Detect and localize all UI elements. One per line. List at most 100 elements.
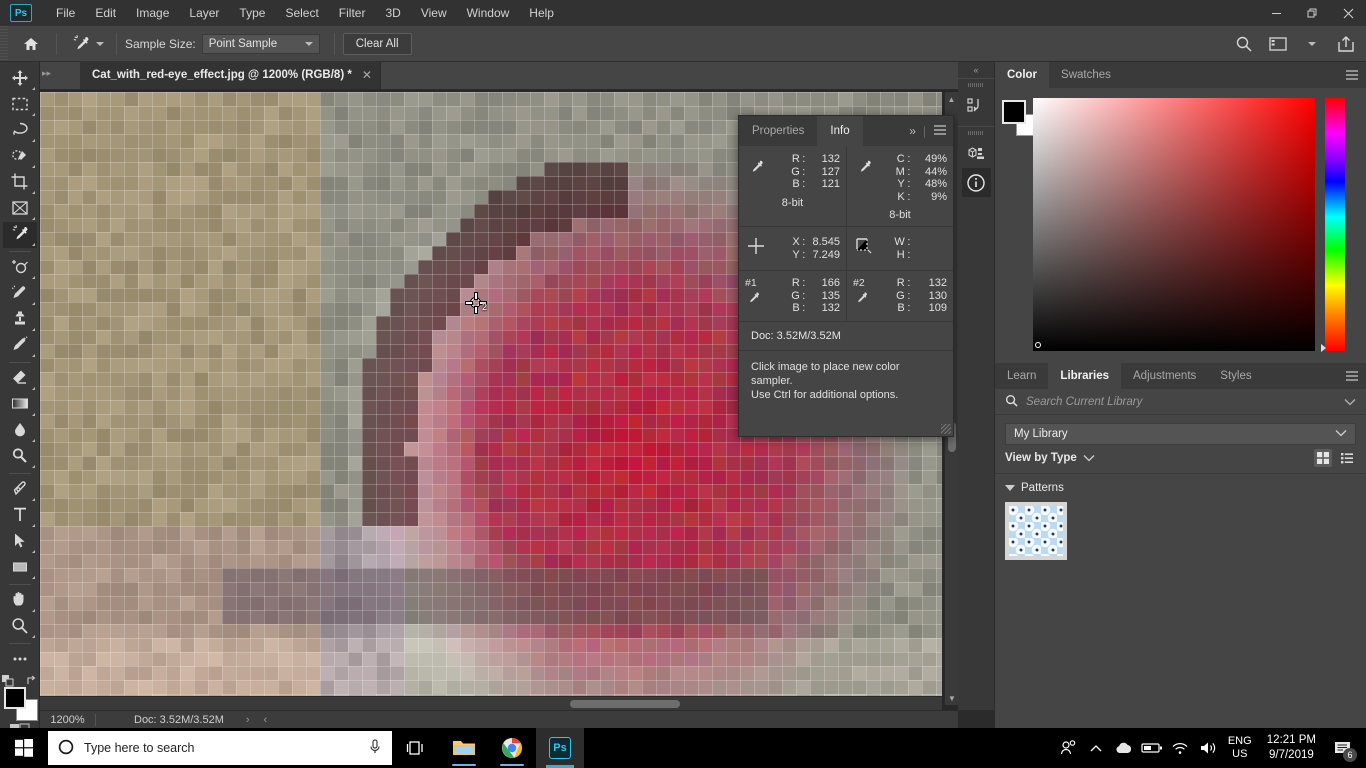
rectangular-marquee-tool[interactable]	[3, 92, 37, 118]
tab-adjustments[interactable]: Adjustments	[1121, 363, 1208, 389]
close-icon[interactable]: ✕	[362, 68, 372, 82]
chevron-down-icon[interactable]	[96, 41, 104, 46]
scroll-down-icon[interactable]: ▼	[945, 691, 959, 705]
menu-item-layer[interactable]: Layer	[179, 2, 229, 24]
library-asset-thumbnail[interactable]	[1005, 502, 1067, 560]
zoom-tool[interactable]	[3, 614, 37, 640]
tab-learn[interactable]: Learn	[995, 363, 1048, 389]
hue-slider[interactable]	[1325, 98, 1345, 351]
menu-item-help[interactable]: Help	[519, 2, 564, 24]
microphone-icon[interactable]	[368, 738, 382, 758]
expand-panels-icon[interactable]: «	[958, 62, 994, 78]
chevron-up-icon[interactable]	[1083, 728, 1109, 768]
path-selection-tool[interactable]	[3, 529, 37, 555]
edit-toolbar[interactable]	[3, 647, 37, 673]
panel-menu-icon[interactable]	[933, 124, 947, 139]
battery-icon[interactable]	[1139, 728, 1165, 768]
onedrive-icon[interactable]	[1111, 728, 1137, 768]
notification-icon[interactable]: 6	[1326, 728, 1360, 768]
object-selection-tool[interactable]	[3, 144, 37, 170]
pen-tool[interactable]	[3, 477, 37, 503]
workspace-icon[interactable]	[1266, 32, 1290, 56]
file-explorer-icon[interactable]	[440, 728, 488, 768]
search-input[interactable]	[1026, 395, 1306, 408]
library-select[interactable]: My Library	[1005, 423, 1356, 445]
menu-item-window[interactable]: Window	[457, 2, 520, 24]
home-icon[interactable]	[14, 31, 48, 57]
foreground-color-swatch[interactable]	[3, 687, 26, 709]
panel-menu-icon[interactable]	[1345, 62, 1359, 88]
current-tool-preset[interactable]	[65, 31, 108, 57]
wifi-icon[interactable]	[1167, 728, 1193, 768]
collapse-panels-icon[interactable]: ▸▸	[42, 68, 51, 79]
close-button[interactable]	[1330, 0, 1366, 26]
frame-tool[interactable]	[3, 196, 37, 222]
tab-swatches[interactable]: Swatches	[1049, 62, 1123, 88]
people-icon[interactable]	[1055, 728, 1081, 768]
tab-info[interactable]: Info	[817, 116, 863, 146]
move-tool[interactable]	[3, 66, 37, 92]
taskbar-clock[interactable]: 12:21 PM 9/7/2019	[1259, 733, 1324, 763]
blur-tool[interactable]	[3, 418, 37, 444]
chevron-down-icon[interactable]	[1083, 451, 1095, 465]
panel-menu-icon[interactable]	[1345, 363, 1359, 389]
spot-healing-brush-tool[interactable]	[3, 255, 37, 281]
language-indicator[interactable]: ENG US	[1223, 735, 1257, 761]
menu-item-view[interactable]: View	[411, 2, 457, 24]
crop-tool[interactable]	[3, 170, 37, 196]
grid-view-icon[interactable]	[1314, 449, 1332, 467]
chevron-down-icon[interactable]	[1344, 395, 1356, 409]
taskbar-search-box[interactable]: Type here to search	[48, 731, 392, 765]
scroll-up-icon[interactable]: ▲	[945, 92, 958, 106]
type-tool[interactable]	[3, 503, 37, 529]
next-arrow-icon[interactable]: ›	[246, 714, 250, 726]
task-view-icon[interactable]	[392, 728, 440, 768]
dodge-tool[interactable]	[3, 444, 37, 470]
resize-grip[interactable]	[941, 424, 951, 434]
restore-button[interactable]	[1294, 0, 1330, 26]
3d-properties-icon[interactable]	[962, 139, 991, 168]
info-icon[interactable]	[961, 168, 991, 197]
clone-stamp-tool[interactable]	[3, 307, 37, 333]
search-icon[interactable]	[1232, 32, 1256, 56]
history-actions-icon[interactable]	[962, 91, 991, 120]
photoshop-icon[interactable]: Ps	[536, 728, 584, 768]
tab-color[interactable]: Color	[995, 62, 1050, 88]
drag-grip[interactable]	[968, 131, 984, 135]
tab-properties[interactable]: Properties	[739, 116, 817, 146]
history-brush-tool[interactable]	[3, 333, 37, 359]
color-field[interactable]	[1033, 98, 1315, 351]
share-icon[interactable]	[1334, 32, 1358, 56]
zoom-level[interactable]: 1200%	[40, 714, 95, 726]
menu-item-3d[interactable]: 3D	[375, 2, 410, 24]
hand-tool[interactable]	[3, 588, 37, 614]
menu-item-type[interactable]: Type	[229, 2, 275, 24]
expand-icon[interactable]: »	[909, 124, 916, 138]
options-bar-grip[interactable]	[0, 25, 8, 62]
clear-all-button[interactable]: Clear All	[342, 32, 412, 55]
doc-size-status[interactable]: Doc: 3.52M/3.52M	[96, 714, 224, 726]
minimize-button[interactable]	[1258, 0, 1294, 26]
google-chrome-icon[interactable]	[488, 728, 536, 768]
swap-colors-icon[interactable]	[26, 675, 38, 690]
drag-grip[interactable]	[968, 83, 984, 87]
list-view-icon[interactable]	[1338, 449, 1356, 467]
patterns-section-header[interactable]: Patterns	[995, 474, 1366, 498]
eyedropper-tool[interactable]	[2, 222, 37, 248]
scrollbar-thumb[interactable]	[570, 700, 680, 708]
volume-icon[interactable]	[1195, 728, 1221, 768]
menu-item-filter[interactable]: Filter	[329, 2, 376, 24]
tab-styles[interactable]: Styles	[1208, 363, 1263, 389]
canvas-horizontal-scrollbar[interactable]	[40, 696, 942, 710]
tab-libraries[interactable]: Libraries	[1048, 363, 1121, 389]
prev-arrow-icon[interactable]: ‹	[264, 714, 268, 726]
eraser-tool[interactable]	[3, 366, 37, 392]
gradient-tool[interactable]	[3, 392, 37, 418]
menu-item-image[interactable]: Image	[126, 2, 179, 24]
windows-start-icon[interactable]	[0, 728, 48, 768]
rectangle-tool[interactable]	[3, 555, 37, 581]
menu-item-edit[interactable]: Edit	[85, 2, 126, 24]
foreground-color-swatch[interactable]	[1002, 100, 1026, 124]
lasso-tool[interactable]	[3, 118, 37, 144]
document-tab[interactable]: Cat_with_red-eye_effect.jpg @ 1200% (RGB…	[80, 61, 381, 89]
